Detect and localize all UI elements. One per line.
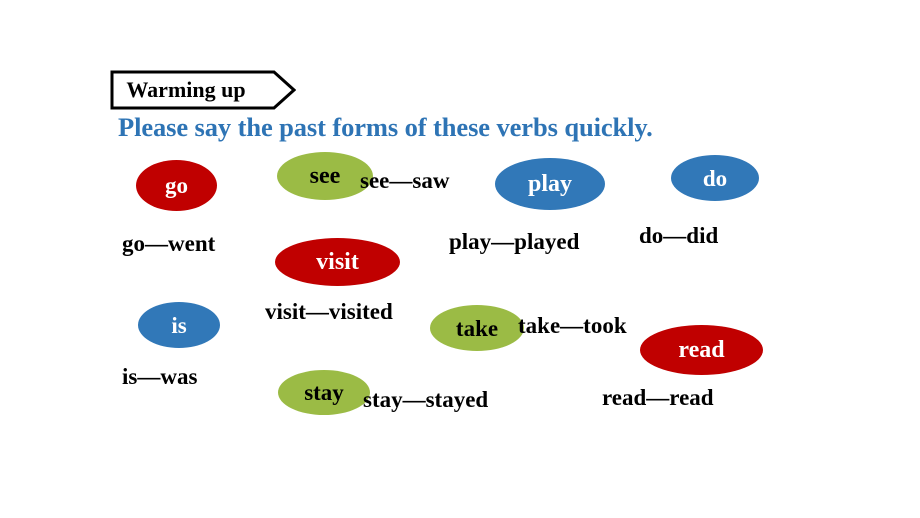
banner-label: Warming up [126,77,246,102]
verb-bubble-do[interactable]: do [671,155,759,201]
verb-answer-1: go—went [122,231,216,256]
verb-bubble-stay[interactable]: stay [278,370,370,415]
slide-canvas: Warming up Please say the past forms of … [0,0,920,518]
page-title: Please say the past forms of these verbs… [118,112,653,142]
verb-answer-4: visit—visited [265,299,393,324]
verb-answer-7: stay—stayed [363,387,489,412]
verb-bubble-see[interactable]: see [277,152,373,200]
verb-answer-5: take—took [518,313,627,338]
verb-answer-2: play—played [449,229,580,254]
verb-bubble-is[interactable]: is [138,302,220,348]
verb-answer-3: do—did [639,223,719,248]
warming-up-banner: Warming up [110,70,296,110]
verb-bubble-play[interactable]: play [495,158,605,210]
verb-answer-0: see—saw [360,168,450,193]
verb-bubble-read[interactable]: read [640,325,763,375]
verb-answer-6: is—was [122,364,198,389]
verb-bubble-take[interactable]: take [430,305,524,351]
verb-bubble-go[interactable]: go [136,160,217,211]
verb-bubble-visit[interactable]: visit [275,238,400,286]
verb-answer-8: read—read [602,385,714,410]
